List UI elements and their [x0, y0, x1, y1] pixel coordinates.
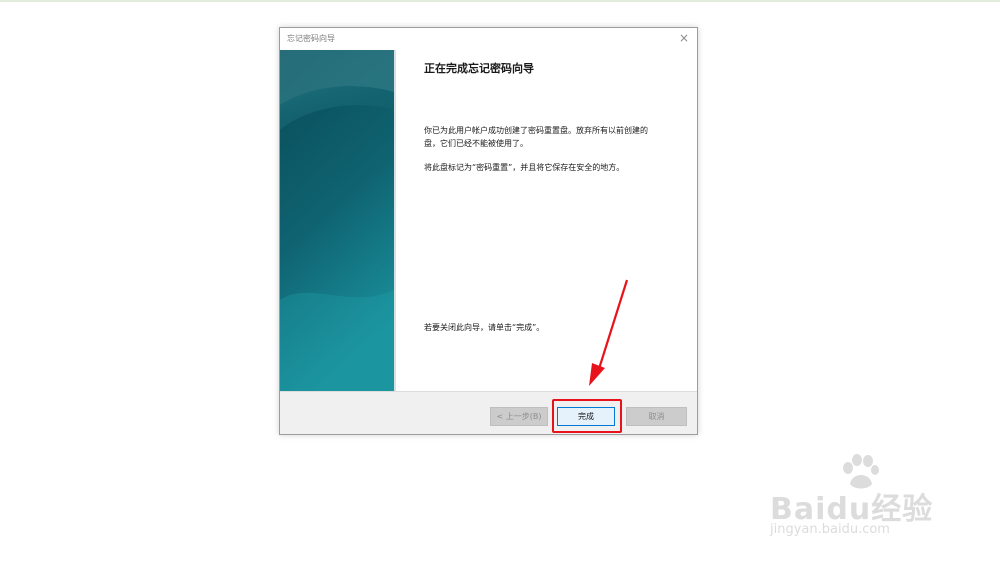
watermark-url: jingyan.baidu.com — [770, 522, 890, 537]
baidu-watermark: Baidu经验 jingyan.baidu.com — [762, 452, 952, 547]
